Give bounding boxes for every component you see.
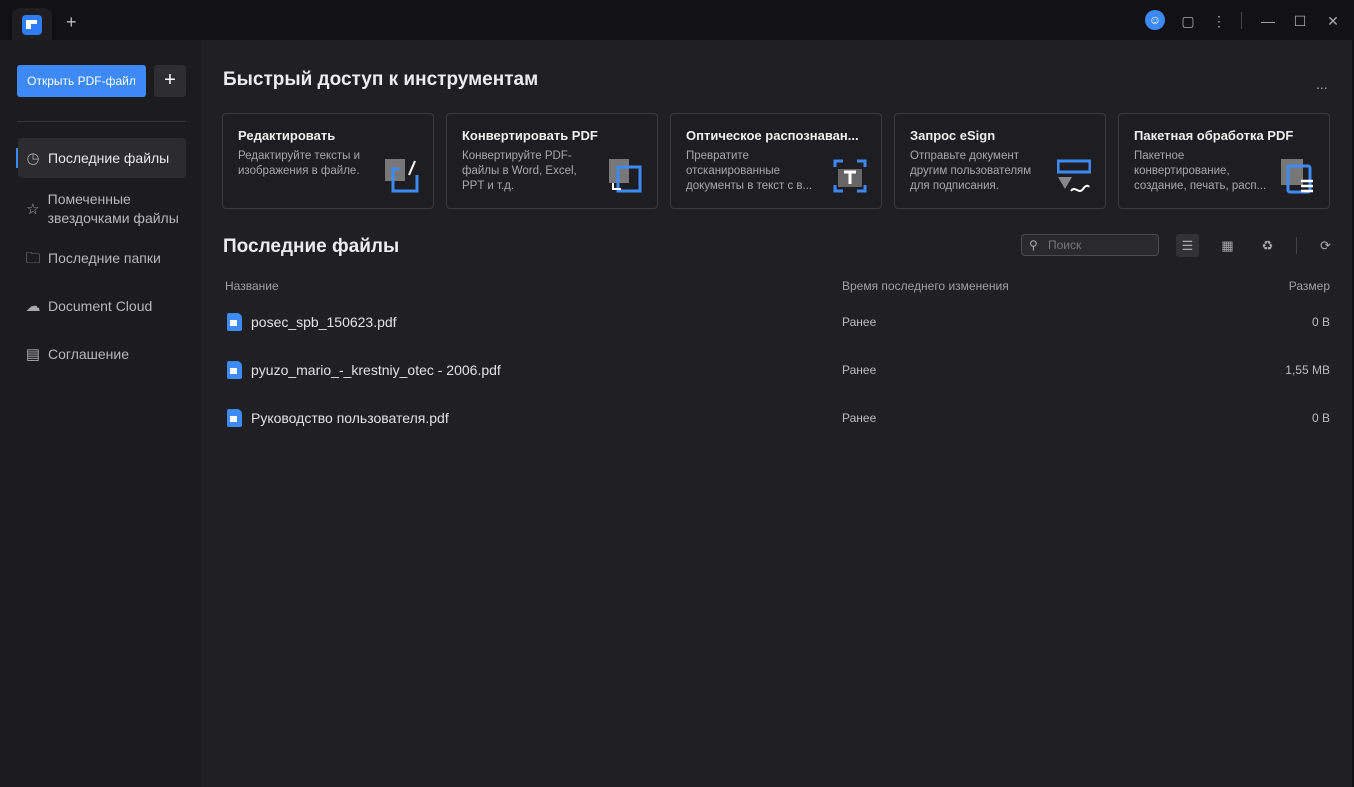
card-title: Редактировать [238,128,336,143]
create-button[interactable]: + [154,65,186,97]
file-name: posec_spb_150623.pdf [251,314,397,330]
search-icon: ⚲ [1029,238,1038,252]
home-tab[interactable] [12,8,52,40]
close-icon[interactable]: ✕ [1322,10,1344,32]
column-header-size[interactable]: Размер [1289,279,1330,293]
tool-card-batch[interactable]: Пакетная обработка PDF Пакетное конверти… [1118,113,1330,209]
card-title: Конвертировать PDF [462,128,598,143]
open-pdf-button[interactable]: Открыть PDF-файл [17,65,146,97]
file-modified: Ранее [842,411,877,425]
quick-access-title: Быстрый доступ к инструментам [223,69,539,90]
card-description: Отправьте документ другим пользователям … [910,150,1032,192]
sidebar-item-label: Document Cloud [48,297,153,314]
esign-icon [1057,159,1091,192]
cloud-icon: ☁ [25,297,41,315]
card-title: Запрос eSign [910,128,996,143]
sidebar-item-label: Соглашение [48,345,130,362]
sidebar-item-recent-files[interactable]: ◷ Последние файлы [16,138,186,178]
card-description: Редактируйте тексты и изображения в файл… [238,150,361,177]
tool-card-ocr[interactable]: Оптическое распознаван... Превратите отс… [670,113,882,209]
search-input[interactable]: ⚲ Поиск [1021,234,1159,256]
sidebar-item-label: Последние папки [48,249,161,266]
divider [17,121,186,122]
recent-files-title: Последние файлы [223,236,400,257]
card-description: Конвертируйте PDF-файлы в Word, Excel, P… [462,150,577,192]
file-row[interactable]: pyuzo_mario_-_krestniy_otec - 2006.pdf Ра… [202,355,1352,385]
card-title: Оптическое распознаван... [686,128,859,143]
user-avatar-icon[interactable]: ☺ [1145,10,1165,30]
search-placeholder: Поиск [1048,238,1082,252]
main-content: Быстрый доступ к инструментам ... Редакт… [202,40,1352,787]
maximize-icon[interactable]: ☐ [1289,10,1311,32]
file-size: 0 B [1311,411,1330,425]
sidebar-item-label: Последние файлы [48,149,170,166]
convert-icon [609,159,642,193]
minimize-icon[interactable]: — [1257,10,1279,32]
sidebar-item-starred[interactable]: ☆ Помеченные звездочками файлы [18,189,186,229]
file-modified: Ранее [842,363,877,377]
folder-icon: 🗀 [25,249,41,267]
column-header-modified[interactable]: Время последнего изменения [842,279,1009,293]
tool-card-convert[interactable]: Конвертировать PDF Конвертируйте PDF-фай… [446,113,658,209]
grid-view-button[interactable]: ▦ [1216,234,1239,257]
star-icon: ☆ [26,200,40,218]
file-modified: Ранее [842,315,877,329]
tool-card-edit[interactable]: Редактировать Редактируйте тексты и изоб… [222,113,434,209]
pdf-file-icon [227,313,242,331]
clear-history-icon[interactable]: ♻ [1256,234,1279,257]
feedback-icon[interactable]: ▢ [1177,10,1199,32]
more-vertical-icon[interactable]: ⋮ [1208,10,1230,32]
list-view-button[interactable]: ☰ [1176,234,1199,257]
card-title: Пакетная обработка PDF [1134,128,1294,143]
file-size: 0 B [1311,315,1330,329]
file-row[interactable]: Руководство пользователя.pdf Ранее 0 B [202,403,1352,433]
column-header-name[interactable]: Название [225,279,279,293]
pdf-file-icon [227,361,242,379]
sidebar-item-agreement[interactable]: ▤ Соглашение [18,344,186,364]
tool-card-esign[interactable]: Запрос eSign Отправьте документ другим п… [894,113,1106,209]
card-description: Превратите отсканированные документы в т… [686,150,813,192]
title-bar: + ☺ ▢ ⋮ — ☐ ✕ [0,0,1354,40]
file-size: 1,55 MB [1285,363,1330,377]
document-icon: ▤ [25,345,41,363]
sidebar-item-label: Помеченные звездочками файлы [47,191,179,226]
batch-icon [1281,159,1313,194]
file-name: Руководство пользователя.pdf [251,410,449,426]
divider [1241,12,1242,29]
file-name: pyuzo_mario_-_krestniy_otec - 2006.pdf [251,362,501,378]
sidebar-item-recent-folders[interactable]: 🗀 Последние папки [18,248,186,268]
ocr-icon [833,159,867,193]
refresh-icon[interactable]: ⟳ [1314,234,1337,257]
new-tab-button[interactable]: + [66,12,77,33]
edit-icon [385,159,419,193]
more-options-button[interactable]: ... [1316,76,1328,92]
app-logo-icon [22,15,42,35]
file-row[interactable]: posec_spb_150623.pdf Ранее 0 B [202,307,1352,337]
card-description: Пакетное конвертирование, создание, печа… [1134,150,1267,192]
divider [1296,237,1297,254]
sidebar-item-document-cloud[interactable]: ☁ Document Cloud [18,296,186,316]
pdf-file-icon [227,409,242,427]
clock-icon: ◷ [26,149,40,167]
